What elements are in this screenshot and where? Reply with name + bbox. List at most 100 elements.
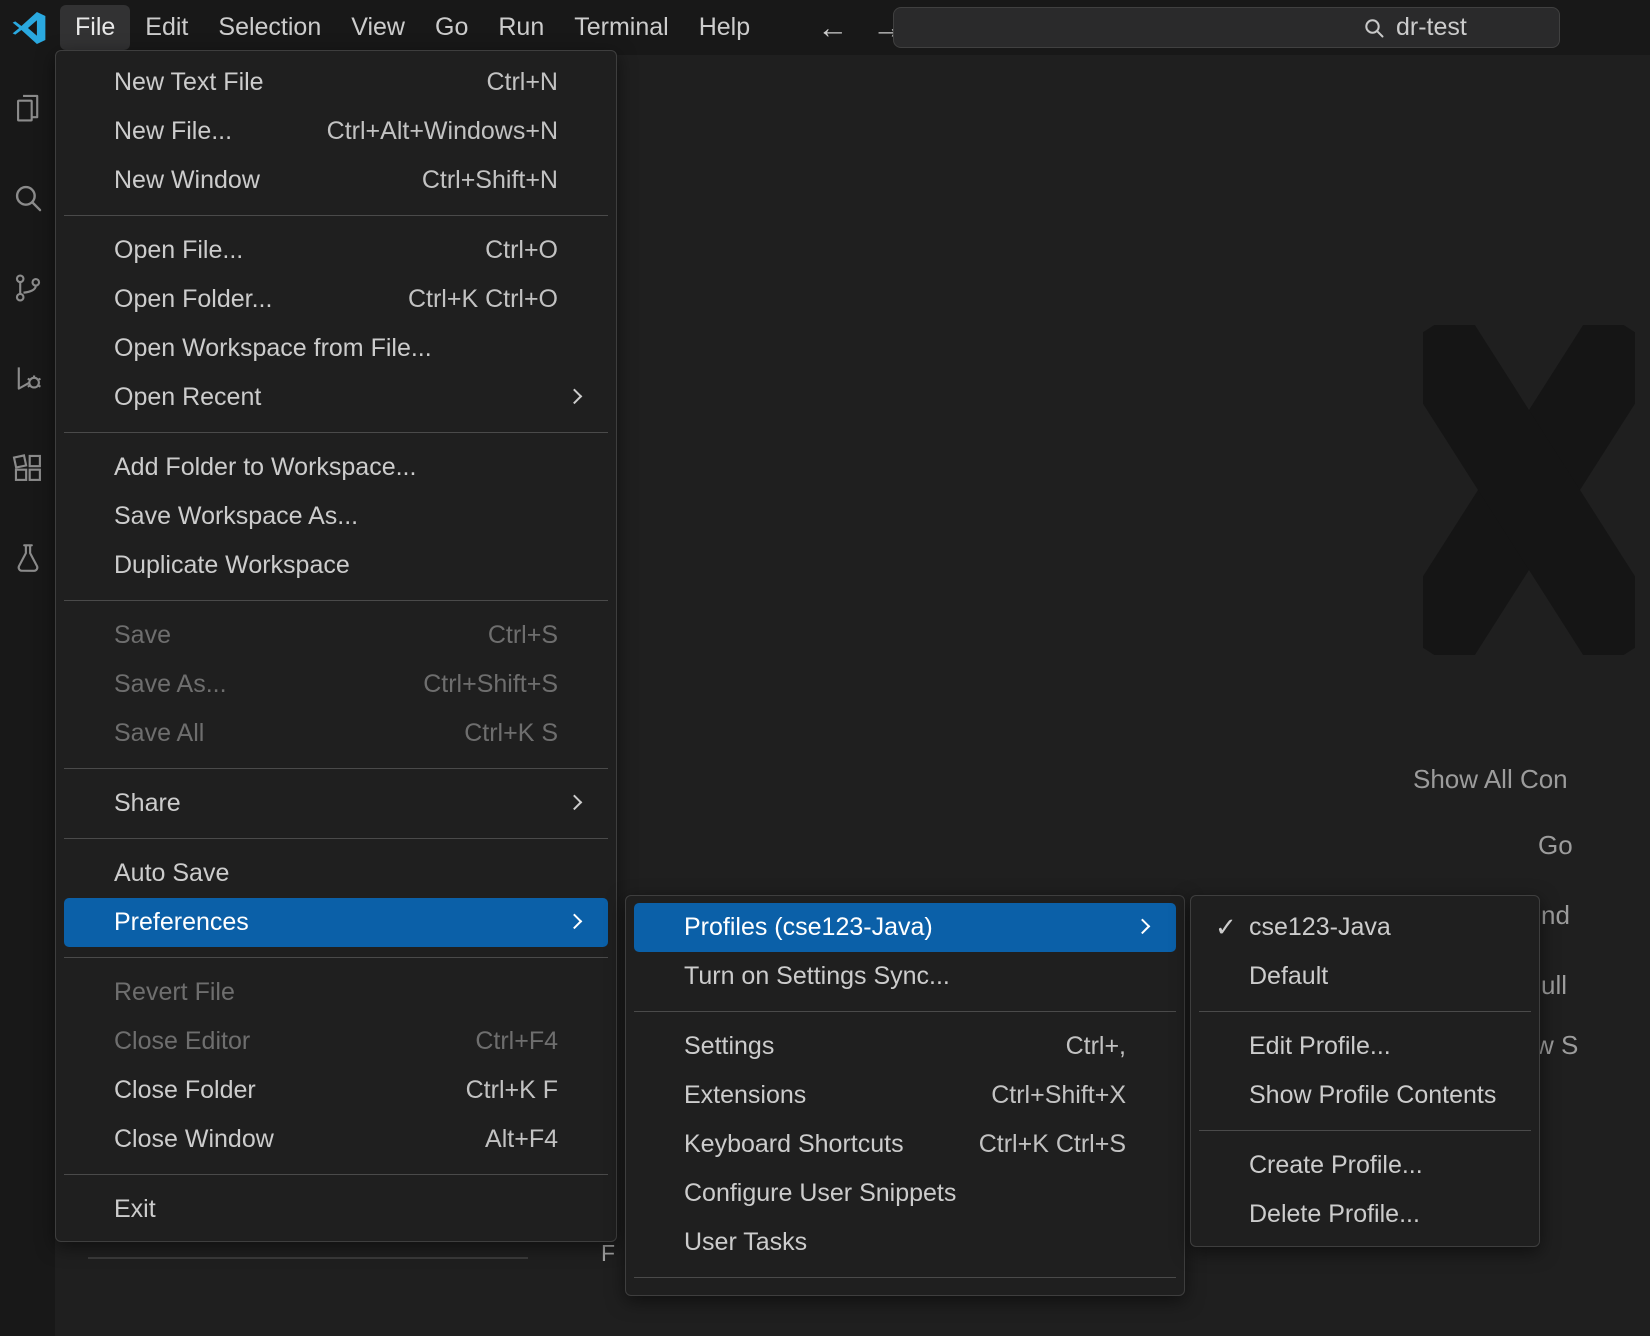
menu-item-duplicate-workspace[interactable]: Duplicate Workspace bbox=[64, 541, 608, 590]
menu-item-open-file[interactable]: Open File...Ctrl+O bbox=[64, 226, 608, 275]
watermark-text-fragment: Go bbox=[1538, 830, 1573, 861]
menu-item-label: Duplicate Workspace bbox=[114, 551, 350, 580]
menu-item-create-profile[interactable]: Create Profile... bbox=[1199, 1141, 1531, 1190]
menu-separator bbox=[64, 838, 608, 839]
menubar-item-edit[interactable]: Edit bbox=[130, 5, 203, 50]
menu-item-configure-user-snippets[interactable]: Configure User Snippets bbox=[634, 1169, 1176, 1218]
menu-item-label: Save All bbox=[114, 719, 204, 748]
menu-item-exit[interactable]: Exit bbox=[64, 1185, 608, 1234]
menu-separator bbox=[634, 1011, 1176, 1012]
submenu-chevron-icon bbox=[567, 794, 583, 810]
menu-separator bbox=[1199, 1011, 1531, 1012]
panel-edge-line bbox=[88, 1257, 528, 1259]
menubar-item-file[interactable]: File bbox=[60, 5, 130, 50]
menubar-item-run[interactable]: Run bbox=[483, 5, 559, 50]
menu-item-close-window[interactable]: Close WindowAlt+F4 bbox=[64, 1115, 608, 1164]
menu-item-open-workspace-from-file[interactable]: Open Workspace from File... bbox=[64, 324, 608, 373]
menu-item-new-text-file[interactable]: New Text FileCtrl+N bbox=[64, 58, 608, 107]
menu-item-keyboard-shortcuts[interactable]: Keyboard ShortcutsCtrl+K Ctrl+S bbox=[634, 1120, 1176, 1169]
watermark-text-fragment: w S bbox=[1535, 1030, 1578, 1061]
menu-item-label: Create Profile... bbox=[1249, 1151, 1423, 1180]
menu-item-label: Save bbox=[114, 621, 171, 650]
menu-item-label: Share bbox=[114, 789, 181, 818]
menu-item-shortcut: Ctrl+Alt+Windows+N bbox=[327, 117, 558, 146]
menu-item-label: Default bbox=[1249, 962, 1328, 991]
titlebar: FileEditSelectionViewGoRunTerminalHelp ←… bbox=[0, 0, 1650, 55]
source-control-icon[interactable] bbox=[4, 257, 52, 319]
menu-item-label: Exit bbox=[114, 1195, 156, 1224]
menubar-item-view[interactable]: View bbox=[336, 5, 420, 50]
submenu-chevron-icon bbox=[567, 913, 583, 929]
extensions-icon[interactable] bbox=[4, 437, 52, 499]
profiles-submenu: ✓cse123-Java Default Edit Profile... Show P… bbox=[1190, 895, 1540, 1247]
menu-item-new-file[interactable]: New File...Ctrl+Alt+Windows+N bbox=[64, 107, 608, 156]
run-and-debug-icon[interactable] bbox=[4, 347, 52, 409]
menu-item-save-workspace-as[interactable]: Save Workspace As... bbox=[64, 492, 608, 541]
menu-item-label: Save Workspace As... bbox=[114, 502, 358, 531]
submenu-chevron-icon bbox=[567, 388, 583, 404]
menu-item-delete-profile[interactable]: Delete Profile... bbox=[1199, 1190, 1531, 1239]
menu-item-new-window[interactable]: New WindowCtrl+Shift+N bbox=[64, 156, 608, 205]
watermark-text-fragment: ull bbox=[1541, 970, 1567, 1001]
menu-item-label: Show Profile Contents bbox=[1249, 1081, 1496, 1110]
vscode-logo-icon bbox=[10, 9, 48, 47]
menu-item-label: Revert File bbox=[114, 978, 235, 1007]
menu-item-shortcut: Ctrl+K F bbox=[466, 1076, 558, 1105]
menubar-item-help[interactable]: Help bbox=[684, 5, 765, 50]
menu-item-save-as: Save As...Ctrl+Shift+S bbox=[64, 660, 608, 709]
menu-item-label: Open Workspace from File... bbox=[114, 334, 432, 363]
menu-item-shortcut: Ctrl+Shift+S bbox=[423, 670, 558, 699]
menu-item-shortcut: Ctrl+Shift+X bbox=[991, 1081, 1126, 1110]
watermark-text-fragment: Show All Con bbox=[1413, 764, 1568, 795]
menubar-item-selection[interactable]: Selection bbox=[203, 5, 336, 50]
menu-separator bbox=[64, 432, 608, 433]
menu-separator bbox=[64, 957, 608, 958]
menu-item-default[interactable]: Default bbox=[1199, 952, 1531, 1001]
menu-item-label: Preferences bbox=[114, 908, 249, 937]
explorer-icon[interactable] bbox=[4, 77, 52, 139]
menu-item-label: Auto Save bbox=[114, 859, 229, 888]
watermark-text-fragment: nd bbox=[1541, 900, 1570, 931]
menu-item-open-folder[interactable]: Open Folder...Ctrl+K Ctrl+O bbox=[64, 275, 608, 324]
menu-item-settings[interactable]: SettingsCtrl+, bbox=[634, 1022, 1176, 1071]
menu-item-label: Close Window bbox=[114, 1125, 274, 1154]
menu-item-user-tasks[interactable]: User Tasks bbox=[634, 1218, 1176, 1267]
menu-item-profiles-cse123-java[interactable]: Profiles (cse123-Java) bbox=[634, 903, 1176, 952]
command-center-search[interactable]: dr-test bbox=[893, 7, 1560, 48]
menu-item-shortcut: Ctrl+K Ctrl+O bbox=[408, 285, 558, 314]
menu-item-share[interactable]: Share bbox=[64, 779, 608, 828]
submenu-chevron-icon bbox=[1135, 918, 1151, 934]
menu-item-auto-save[interactable]: Auto Save bbox=[64, 849, 608, 898]
menu-separator bbox=[1199, 1130, 1531, 1131]
menu-item-close-folder[interactable]: Close Folder Ctrl+K F bbox=[64, 1066, 608, 1115]
menu-item-label: Edit Profile... bbox=[1249, 1032, 1391, 1061]
menubar-item-terminal[interactable]: Terminal bbox=[559, 5, 683, 50]
search-value: dr-test bbox=[1396, 13, 1467, 42]
menu-separator bbox=[64, 600, 608, 601]
menu-separator bbox=[64, 768, 608, 769]
menu-item-cse123-java[interactable]: ✓cse123-Java bbox=[1199, 903, 1531, 952]
menu-item-extensions[interactable]: ExtensionsCtrl+Shift+X bbox=[634, 1071, 1176, 1120]
menu-item-shortcut: Ctrl+O bbox=[485, 236, 558, 265]
menu-item-add-folder-to-workspace[interactable]: Add Folder to Workspace... bbox=[64, 443, 608, 492]
menu-item-shortcut: Ctrl+, bbox=[1066, 1032, 1126, 1061]
testing-icon[interactable] bbox=[4, 527, 52, 589]
menu-item-open-recent[interactable]: Open Recent bbox=[64, 373, 608, 422]
menu-item-preferences[interactable]: Preferences bbox=[64, 898, 608, 947]
history-navigation: ← → bbox=[817, 12, 903, 43]
menubar-item-go[interactable]: Go bbox=[420, 5, 483, 50]
menubar: FileEditSelectionViewGoRunTerminalHelp bbox=[60, 0, 765, 55]
menu-item-shortcut: Ctrl+S bbox=[488, 621, 558, 650]
menu-item-label: Delete Profile... bbox=[1249, 1200, 1420, 1229]
menu-item-edit-profile[interactable]: Edit Profile... bbox=[1199, 1022, 1531, 1071]
menu-item-turn-on-settings-sync[interactable]: Turn on Settings Sync... bbox=[634, 952, 1176, 1001]
back-arrow-icon[interactable]: ← bbox=[817, 12, 848, 43]
menu-item-shortcut: Ctrl+K Ctrl+S bbox=[979, 1130, 1126, 1159]
panel-text-fragment: F bbox=[601, 1240, 615, 1267]
menu-item-label: Open Recent bbox=[114, 383, 261, 412]
menu-item-save: Save Ctrl+S bbox=[64, 611, 608, 660]
search-icon[interactable] bbox=[4, 167, 52, 229]
checkmark-icon: ✓ bbox=[1215, 912, 1237, 943]
menu-item-show-profile-contents[interactable]: Show Profile Contents bbox=[1199, 1071, 1531, 1120]
menu-item-label: Close Folder bbox=[114, 1076, 256, 1105]
